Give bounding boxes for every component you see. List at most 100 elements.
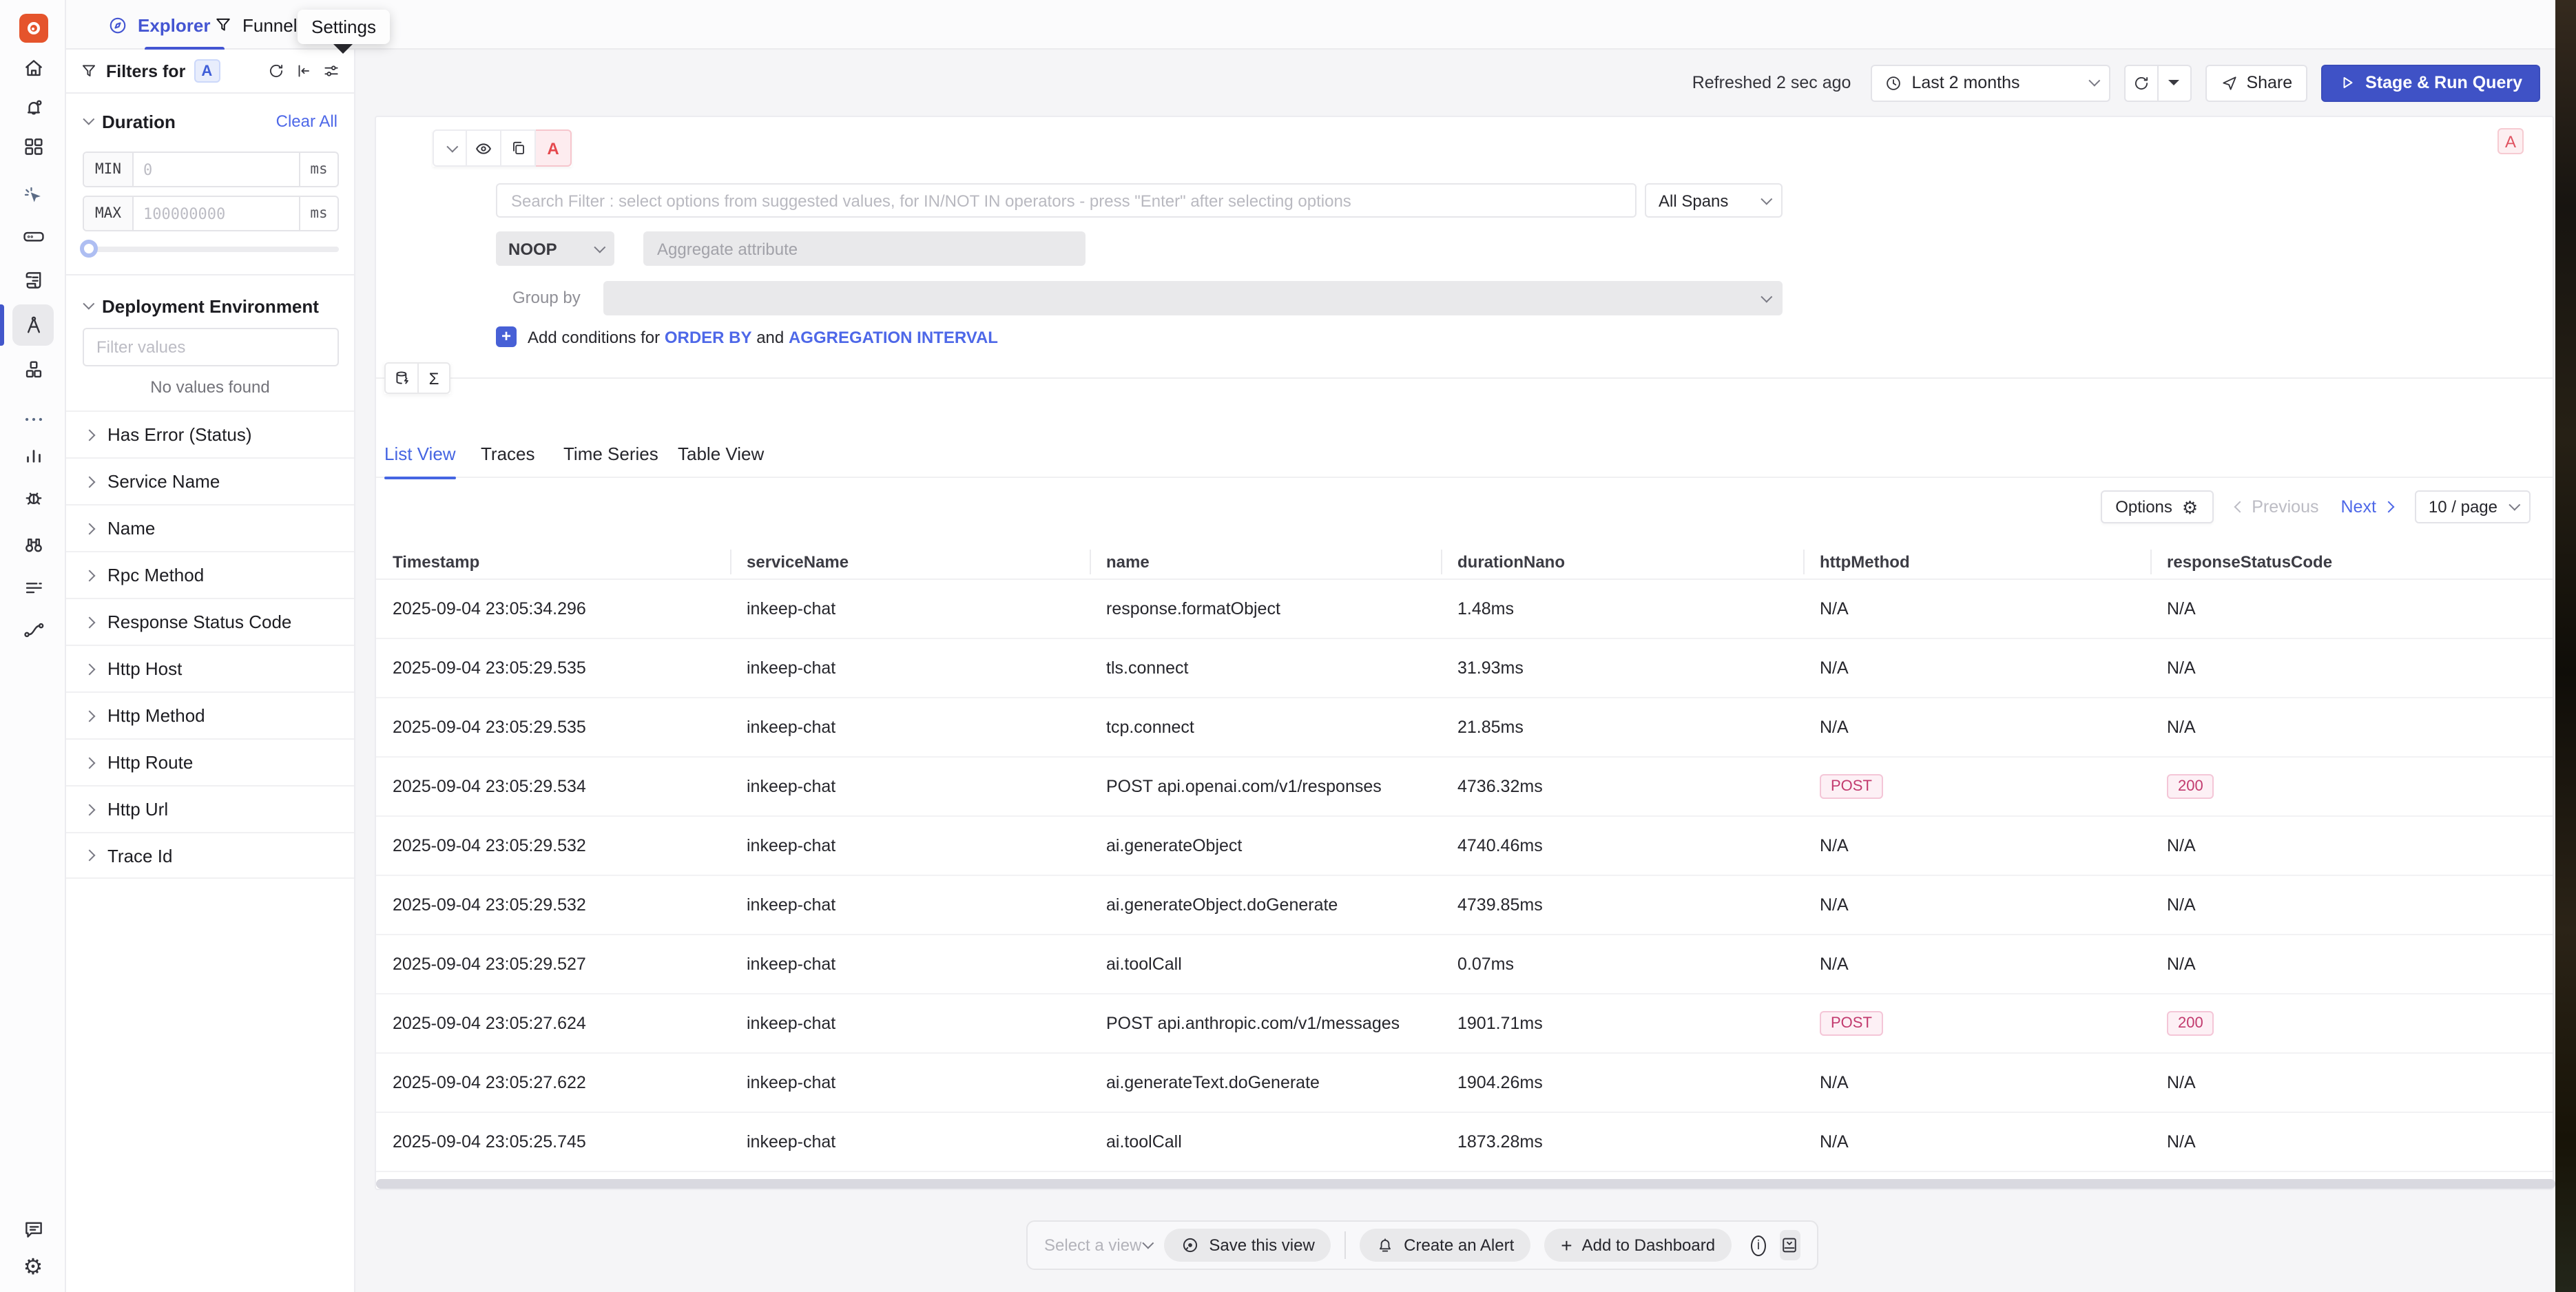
duration-section-header[interactable]: Duration Clear All [66, 107, 354, 135]
aggregate-operator-select[interactable]: NOOP [496, 231, 614, 266]
filters-sync-icon[interactable] [266, 61, 285, 81]
deployment-filter-input[interactable] [83, 328, 339, 366]
col-service-name[interactable]: serviceName [730, 545, 1090, 579]
duration-min-input[interactable] [134, 153, 299, 186]
tab-list-view[interactable]: List View [384, 428, 456, 478]
table-row[interactable]: 2025-09-04 23:05:34.296inkeep-chatrespon… [376, 580, 2553, 639]
messaging-queues-cubes-icon[interactable] [0, 358, 66, 382]
table-row[interactable]: 2025-09-04 23:05:29.532inkeep-chatai.gen… [376, 876, 2553, 935]
group-by-select[interactable] [603, 281, 1783, 315]
filter-section-service-name[interactable]: Service Name [66, 457, 354, 504]
table-row[interactable]: 2025-09-04 23:05:29.535inkeep-chattcp.co… [376, 698, 2553, 758]
list-controls-row: Options ⚙ Previous Next 10 / page [376, 488, 2553, 526]
logs-scroll-icon[interactable] [0, 269, 66, 292]
create-alert-button[interactable]: Create an Alert [1360, 1229, 1530, 1262]
add-query-button[interactable] [384, 362, 417, 394]
tab-traces[interactable]: Traces [481, 428, 535, 478]
query-collapse-button[interactable] [433, 129, 467, 167]
settings-gear-icon[interactable]: ⚙ [0, 1258, 66, 1280]
filters-collapse-icon[interactable] [293, 61, 313, 81]
alerts-bell-icon[interactable] [0, 96, 66, 120]
metrics-bars-icon[interactable] [0, 444, 66, 467]
more-ellipsis-icon[interactable] [0, 410, 66, 428]
table-row[interactable]: 2025-09-04 23:05:25.745inkeep-chatai.too… [376, 1113, 2553, 1172]
share-button[interactable]: Share [2205, 64, 2307, 101]
filter-section-label: Response Status Code [107, 612, 291, 632]
duration-slider-handle[interactable] [80, 240, 98, 258]
aggregate-attribute-input[interactable] [643, 231, 1086, 266]
next-page-button[interactable]: Next [2341, 497, 2393, 517]
refresh-button[interactable] [2125, 65, 2158, 100]
tab-explorer[interactable]: Explorer [107, 0, 211, 50]
services-drive-icon[interactable] [0, 225, 66, 248]
filter-section-response-status[interactable]: Response Status Code [66, 598, 354, 645]
explore-binoculars-icon[interactable] [0, 533, 66, 556]
filters-query-badge[interactable]: A [194, 59, 220, 83]
duration-slider-track[interactable] [83, 247, 339, 252]
options-button[interactable]: Options ⚙ [2100, 490, 2213, 523]
info-icon[interactable]: i [1751, 1235, 1766, 1255]
deployment-section-header[interactable]: Deployment Environment [66, 292, 354, 320]
tab-time-series[interactable]: Time Series [563, 428, 658, 478]
search-filter-input[interactable] [496, 183, 1637, 218]
query-copy-button[interactable] [501, 129, 536, 167]
funnel-icon [214, 15, 233, 34]
order-by-link[interactable]: ORDER BY [665, 327, 752, 346]
plus-icon[interactable]: + [496, 326, 517, 347]
col-duration[interactable]: durationNano [1441, 545, 1803, 579]
feedback-chat-icon[interactable] [0, 1218, 66, 1241]
filter-section-rpc-method[interactable]: Rpc Method [66, 551, 354, 598]
refresh-interval-caret[interactable] [2158, 65, 2190, 100]
col-http-method[interactable]: httpMethod [1803, 545, 2150, 579]
database-bolt-icon [392, 368, 411, 388]
add-formula-button[interactable]: Σ [417, 362, 450, 394]
filter-section-trace-id[interactable]: Trace Id [66, 832, 354, 879]
page-size-select[interactable]: 10 / page [2415, 490, 2531, 523]
add-conditions-text: Add conditions for ORDER BY and AGGREGAT… [528, 327, 998, 346]
bell-icon [1376, 1236, 1394, 1254]
filters-settings-sliders-icon[interactable] [321, 61, 340, 81]
traces-icon[interactable] [0, 314, 66, 337]
aggregation-interval-link[interactable]: AGGREGATION INTERVAL [789, 327, 998, 346]
query-visibility-button[interactable] [467, 129, 501, 167]
duration-max-input[interactable] [134, 197, 299, 230]
save-view-button[interactable]: Save this view [1163, 1229, 1331, 1262]
table-row[interactable]: 2025-09-04 23:05:27.624inkeep-chatPOST a… [376, 994, 2553, 1054]
add-to-dashboard-button[interactable]: + Add to Dashboard [1544, 1229, 1732, 1262]
filter-section-http-host[interactable]: Http Host [66, 645, 354, 691]
table-row[interactable]: 2025-09-04 23:05:29.534inkeep-chatPOST a… [376, 758, 2553, 817]
col-timestamp[interactable]: Timestamp [376, 545, 730, 579]
previous-page-button[interactable]: Previous [2235, 497, 2318, 517]
query-label-badge[interactable]: A [536, 129, 572, 167]
get-started-cursor-icon[interactable] [0, 185, 66, 208]
table-row[interactable]: 2025-09-04 23:05:29.535inkeep-chattls.co… [376, 639, 2553, 698]
time-range-select[interactable]: Last 2 months [1870, 64, 2110, 101]
span-scope-select[interactable]: All Spans [1645, 183, 1783, 218]
home-icon[interactable] [0, 56, 66, 80]
col-name[interactable]: name [1090, 545, 1441, 579]
export-panel-icon[interactable] [1780, 1230, 1800, 1260]
filter-section-name[interactable]: Name [66, 504, 354, 551]
signoz-logo-icon[interactable] [0, 14, 66, 43]
horizontal-scrollbar[interactable] [376, 1179, 2555, 1189]
add-conditions-row[interactable]: + Add conditions for ORDER BY and AGGREG… [496, 326, 998, 347]
table-row[interactable]: 2025-09-04 23:05:29.532inkeep-chatai.gen… [376, 817, 2553, 876]
table-row[interactable]: 2025-09-04 23:05:29.527inkeep-chatai.too… [376, 935, 2553, 994]
pipelines-lines-icon[interactable] [0, 576, 66, 599]
clear-all-link[interactable]: Clear All [276, 112, 337, 131]
filter-section-http-url[interactable]: Http Url [66, 785, 354, 832]
dashboards-grid-icon[interactable] [0, 135, 66, 158]
stage-run-query-button[interactable]: Stage & Run Query [2321, 64, 2540, 101]
table-row[interactable]: 2025-09-04 23:05:27.622inkeep-chatai.gen… [376, 1054, 2553, 1113]
col-response-status[interactable]: responseStatusCode [2150, 545, 2553, 579]
integrations-route-icon[interactable] [0, 618, 66, 642]
filter-section-has-error[interactable]: Has Error (Status) [66, 410, 354, 457]
filter-section-http-method[interactable]: Http Method [66, 691, 354, 738]
exceptions-bug-icon[interactable] [0, 486, 66, 510]
cell-timestamp: 2025-09-04 23:05:29.532 [376, 876, 730, 934]
tab-funnels[interactable]: Funnels [214, 0, 307, 50]
view-select[interactable]: Select a view [1044, 1236, 1150, 1255]
filter-section-http-route[interactable]: Http Route [66, 738, 354, 785]
query-a-badge[interactable]: A [2497, 128, 2524, 154]
tab-table-view[interactable]: Table View [678, 428, 764, 478]
